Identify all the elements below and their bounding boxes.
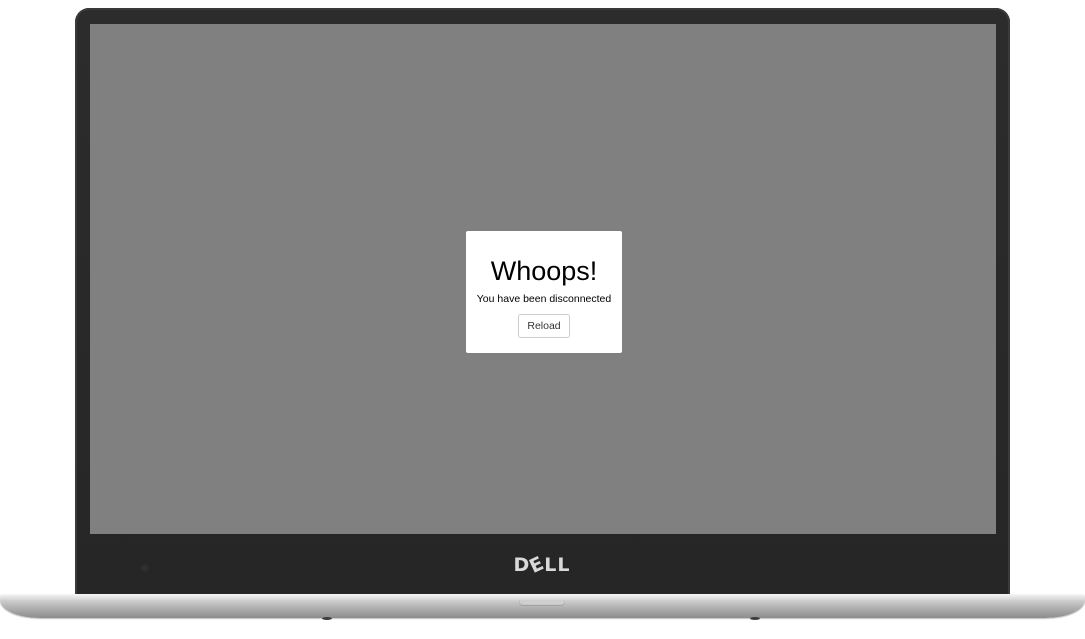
webcam-icon <box>140 563 150 573</box>
laptop-frame: Whoops! You have been disconnected Reloa… <box>0 0 1085 639</box>
dialog-title: Whoops! <box>490 256 598 286</box>
dell-logo: D E LL <box>513 552 571 578</box>
laptop-lid-notch <box>519 600 565 606</box>
disconnected-dialog: Whoops! You have been disconnected Reloa… <box>466 231 622 353</box>
dialog-message: You have been disconnected <box>476 293 612 305</box>
laptop-foot-right <box>750 617 760 620</box>
reload-button[interactable]: Reload <box>518 314 570 338</box>
laptop-foot-left <box>322 617 332 620</box>
